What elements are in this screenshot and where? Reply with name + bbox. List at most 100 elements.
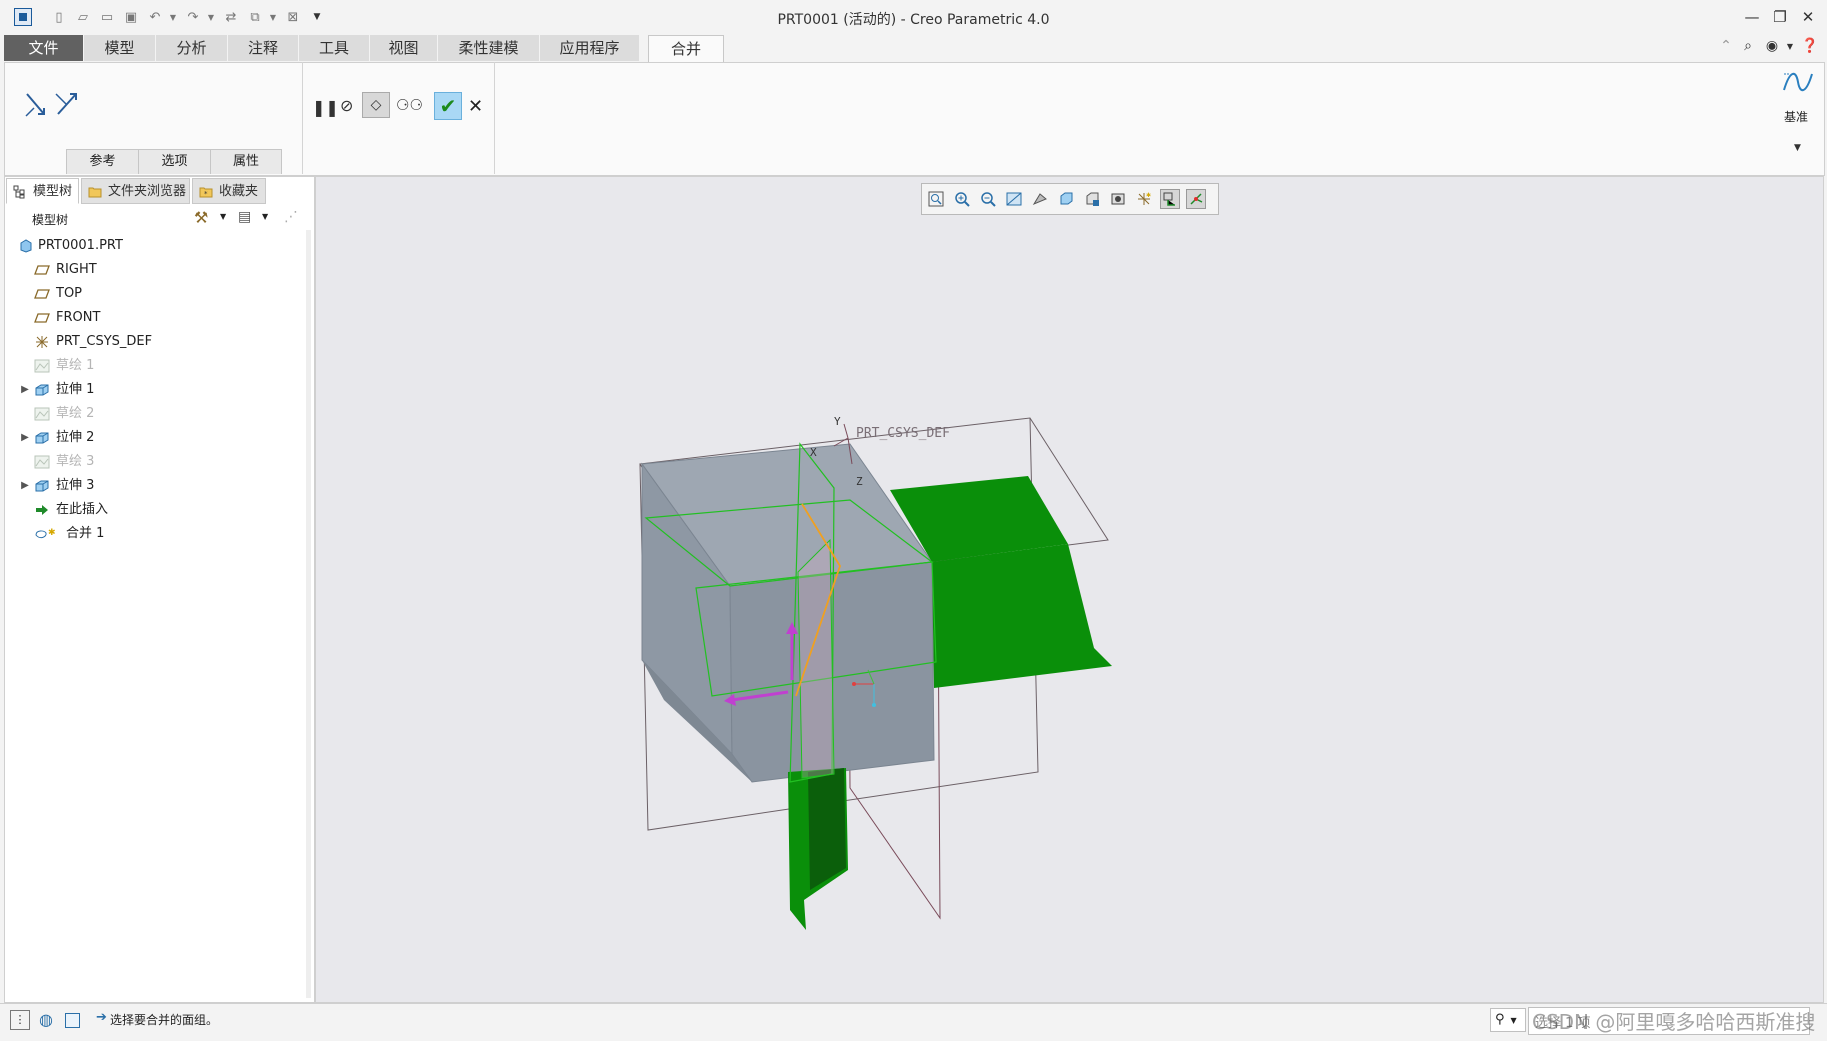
tree-item-label: PRT0001.PRT bbox=[38, 238, 123, 253]
spin-center-icon[interactable] bbox=[1186, 189, 1206, 209]
tree-item-label: FRONT bbox=[56, 310, 101, 325]
tree-item-extrude-3[interactable]: ▶ 拉伸 3 bbox=[18, 475, 298, 497]
tree-item-extrude-2[interactable]: ▶ 拉伸 2 bbox=[18, 427, 298, 449]
cancel-button[interactable]: ✕ bbox=[468, 96, 488, 117]
zoom-in-icon[interactable] bbox=[952, 189, 972, 209]
ribbon-tab-bar: 文件 模型 分析 注释 工具 视图 柔性建模 应用程序 合并 bbox=[0, 35, 1827, 62]
datum-plane-icon bbox=[34, 313, 50, 323]
tab-applications[interactable]: 应用程序 bbox=[540, 35, 640, 61]
find-icon[interactable]: ⚲ ▼ bbox=[1490, 1008, 1526, 1032]
tab-model-tree[interactable]: 模型树 bbox=[6, 178, 79, 204]
svg-text:✱: ✱ bbox=[48, 528, 56, 538]
perspective-icon[interactable] bbox=[1030, 189, 1050, 209]
tree-item-extrude-1[interactable]: ▶ 拉伸 1 bbox=[18, 379, 298, 401]
community-icon[interactable]: ◉ bbox=[1762, 36, 1782, 56]
verify-mode-icon[interactable]: ⚆⚆ bbox=[396, 96, 423, 114]
datum-plane-icon bbox=[34, 265, 50, 275]
refit-icon[interactable] bbox=[926, 189, 946, 209]
tree-item-sketch-2[interactable]: 草绘 2 bbox=[18, 403, 298, 425]
tree-item-csys[interactable]: PRT_CSYS_DEF bbox=[18, 331, 298, 353]
tab-tools[interactable]: 工具 bbox=[299, 35, 370, 61]
tree-settings-icon[interactable]: ⚒ bbox=[194, 208, 208, 227]
tab-references[interactable]: 参考 bbox=[66, 149, 139, 174]
tab-file[interactable]: 文件 bbox=[4, 35, 84, 61]
view-toolbar: ✱ bbox=[921, 183, 1219, 215]
model-tree-icon bbox=[13, 185, 25, 199]
coordinate-system-icon bbox=[36, 336, 48, 348]
expand-arrow-icon[interactable]: ▶ bbox=[18, 427, 32, 449]
preview-icon[interactable]: ◇ bbox=[362, 92, 390, 118]
change-direction-icon[interactable] bbox=[24, 90, 84, 120]
ribbon-separator bbox=[302, 62, 303, 174]
tree-item-label: 在此插入 bbox=[56, 502, 109, 517]
tree-item-front[interactable]: FRONT bbox=[18, 307, 298, 329]
tree-item-label: 合并 1 bbox=[66, 526, 105, 541]
folder-icon bbox=[88, 187, 102, 198]
status-message: 选择要合并的面组。 bbox=[110, 1013, 219, 1027]
zoom-out-icon[interactable] bbox=[978, 189, 998, 209]
tab-merge[interactable]: 合并 bbox=[648, 35, 724, 62]
close-button[interactable]: ✕ bbox=[1794, 6, 1822, 28]
datum-icon[interactable] bbox=[1782, 68, 1814, 98]
sketch-icon bbox=[34, 407, 50, 421]
tab-annotate[interactable]: 注释 bbox=[228, 35, 299, 61]
collapse-ribbon-icon[interactable]: ⌃ bbox=[1716, 36, 1736, 56]
tree-item-sketch-3[interactable]: 草绘 3 bbox=[18, 451, 298, 473]
toggle-navigator-icon[interactable]: ⋮ bbox=[10, 1010, 30, 1030]
tree-item-sketch-1[interactable]: 草绘 1 bbox=[18, 355, 298, 377]
panel-scrollbar[interactable] bbox=[306, 230, 311, 998]
maximize-button[interactable]: ❐ bbox=[1766, 6, 1794, 28]
tab-flexible-modeling[interactable]: 柔性建模 bbox=[438, 35, 540, 61]
annotation-display-icon[interactable] bbox=[1160, 189, 1180, 209]
merge-feature-icon: ✱ bbox=[35, 528, 56, 539]
tab-favorites-label: 收藏夹 bbox=[219, 184, 259, 199]
sketch-icon bbox=[34, 359, 50, 373]
tab-favorites[interactable]: * 收藏夹 bbox=[192, 178, 266, 204]
browser-icon[interactable]: ◍ bbox=[36, 1010, 56, 1030]
ok-button[interactable]: ✔ bbox=[434, 92, 462, 120]
tree-item-label: TOP bbox=[56, 286, 83, 301]
show-dropdown-icon[interactable]: ▼ bbox=[262, 212, 268, 221]
quilt-right-front bbox=[932, 544, 1112, 688]
saved-orientations-icon[interactable] bbox=[1082, 189, 1102, 209]
extrude-icon bbox=[35, 480, 49, 492]
display-style-icon[interactable] bbox=[1056, 189, 1076, 209]
datum-dropdown-icon[interactable]: ▼ bbox=[1794, 143, 1801, 153]
tab-options[interactable]: 选项 bbox=[138, 149, 211, 174]
model-3d-view[interactable]: Y X Z PRT_CSYS_DEF bbox=[620, 400, 1120, 940]
full-screen-icon[interactable] bbox=[62, 1010, 82, 1030]
watermark: CSDN @阿里嘎多哈哈西斯准搜 bbox=[1532, 1010, 1816, 1034]
show-icon[interactable]: ▤ bbox=[238, 209, 251, 225]
filter-tree-icon[interactable]: ⋰ bbox=[284, 209, 298, 225]
tree-item-part[interactable]: PRT0001.PRT bbox=[18, 235, 298, 257]
expand-arrow-icon[interactable]: ▶ bbox=[18, 475, 32, 497]
tab-properties[interactable]: 属性 bbox=[210, 149, 282, 174]
axis-y-label: Y bbox=[834, 415, 841, 428]
tab-folder-browser[interactable]: 文件夹浏览器 bbox=[81, 178, 190, 204]
datum-display-filters-icon[interactable]: ✱ bbox=[1134, 189, 1154, 209]
pause-icon[interactable]: ❚❚ bbox=[312, 98, 339, 117]
svg-text:✱: ✱ bbox=[1146, 192, 1151, 199]
repaint-icon[interactable] bbox=[1004, 189, 1024, 209]
datum-label[interactable]: 基准 bbox=[1784, 108, 1808, 125]
view-manager-icon[interactable] bbox=[1108, 189, 1128, 209]
window-title: PRT0001 (活动的) - Creo Parametric 4.0 bbox=[777, 12, 1050, 28]
extrude-icon bbox=[35, 384, 49, 396]
tab-model-tree-label: 模型树 bbox=[33, 184, 73, 199]
insert-arrow-icon bbox=[36, 505, 48, 515]
tree-item-label: PRT_CSYS_DEF bbox=[56, 334, 153, 349]
help-icon[interactable]: ❓ bbox=[1800, 36, 1820, 56]
tree-item-right[interactable]: RIGHT bbox=[18, 259, 298, 281]
minimize-button[interactable]: — bbox=[1738, 6, 1766, 28]
tab-model[interactable]: 模型 bbox=[84, 35, 156, 61]
no-preview-icon[interactable]: ⊘ bbox=[340, 96, 358, 115]
tab-analysis[interactable]: 分析 bbox=[156, 35, 228, 61]
tree-settings-dropdown-icon[interactable]: ▼ bbox=[220, 212, 226, 221]
expand-arrow-icon[interactable]: ▶ bbox=[18, 379, 32, 401]
tree-item-insert-here[interactable]: 在此插入 bbox=[18, 499, 298, 521]
tab-view[interactable]: 视图 bbox=[370, 35, 438, 61]
community-dropdown-icon[interactable]: ▼ bbox=[1780, 36, 1800, 56]
tree-item-merge-1[interactable]: ✱ 合并 1 bbox=[18, 523, 298, 545]
tree-item-top[interactable]: TOP bbox=[18, 283, 298, 305]
search-icon[interactable]: ⌕ bbox=[1738, 36, 1758, 56]
